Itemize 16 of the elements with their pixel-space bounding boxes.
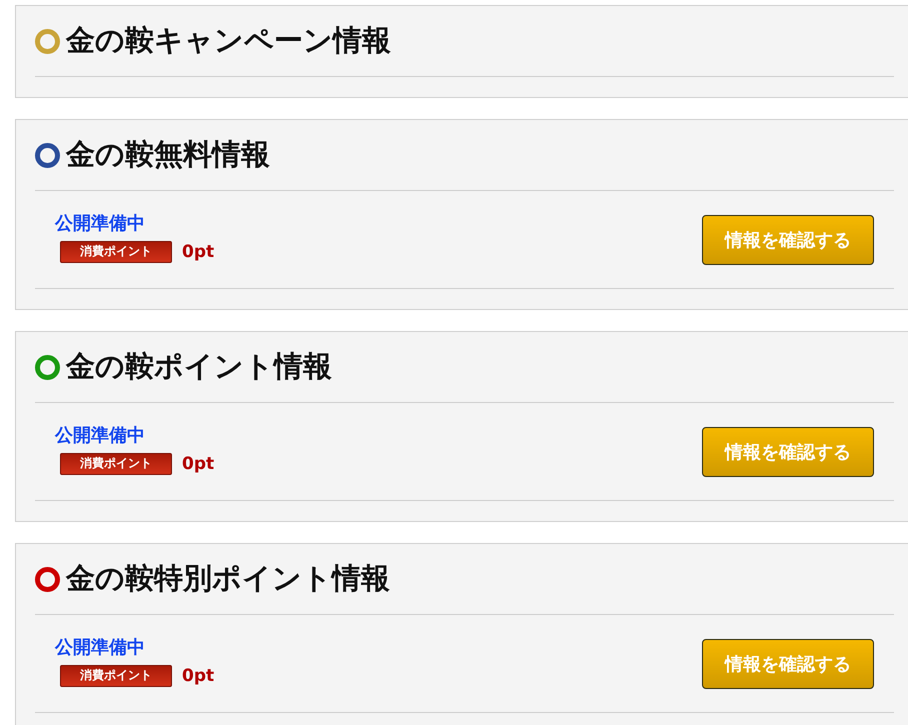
points-value: 0pt [182,454,214,474]
points-value: 0pt [182,242,214,262]
status-text: 公開準備中 [55,212,146,234]
points-value: 0pt [182,666,214,686]
status-text: 公開準備中 [55,424,146,446]
section-title: 金の鞍キャンペーン情報 [66,24,391,59]
points-badge: 消費ポイント [60,240,172,262]
section-title: 金の鞍ポイント情報 [66,350,332,385]
confirm-button[interactable]: 情報を確認する [702,214,874,264]
section-title: 金の鞍特別ポイント情報 [66,562,390,597]
points-badge: 消費ポイント [60,664,172,686]
section-title: 金の鞍無料情報 [66,138,270,173]
confirm-button[interactable]: 情報を確認する [702,426,874,476]
confirm-button[interactable]: 情報を確認する [702,638,874,688]
status-text: 公開準備中 [55,636,146,658]
points-badge: 消費ポイント [60,452,172,474]
